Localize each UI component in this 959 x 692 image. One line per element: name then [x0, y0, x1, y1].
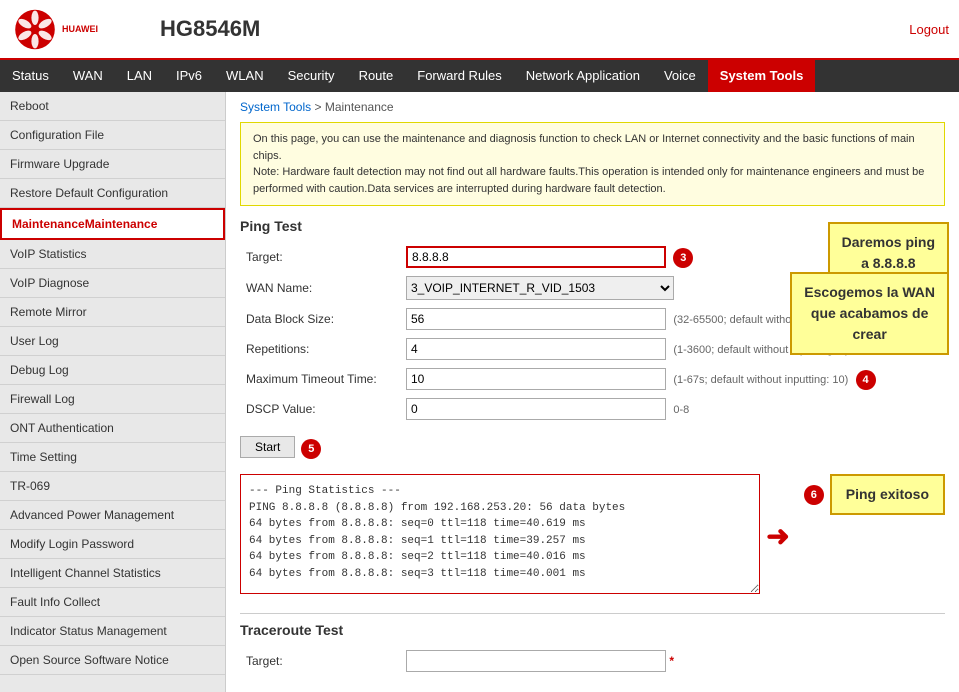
- ping-exitoso-text: Ping exitoso: [846, 486, 929, 502]
- dscp-label: DSCP Value:: [240, 394, 400, 424]
- sidebar-item-debug-log[interactable]: Debug Log: [0, 356, 225, 385]
- sidebar-item-advanced-power[interactable]: Advanced Power Management: [0, 501, 225, 530]
- timeout-field-cell: (1-67s; default without inputting: 10) 4: [400, 364, 945, 394]
- ping-output[interactable]: [240, 474, 760, 594]
- wan-select[interactable]: 3_VOIP_INTERNET_R_VID_1503: [406, 276, 674, 300]
- ping-output-container: ➜: [240, 474, 760, 597]
- target-label: Target:: [240, 242, 400, 272]
- dscp-row: DSCP Value: 0-8: [240, 394, 945, 424]
- breadcrumb-separator: >: [314, 100, 324, 114]
- data-block-input[interactable]: [406, 308, 666, 330]
- breadcrumb-parent[interactable]: System Tools: [240, 100, 311, 114]
- start-button[interactable]: Start: [240, 436, 295, 458]
- main-layout: Reboot Configuration File Firmware Upgra…: [0, 92, 959, 692]
- info-box: On this page, you can use the maintenanc…: [240, 122, 945, 206]
- traceroute-form: Target: *: [240, 646, 945, 676]
- logout-button[interactable]: Logout: [909, 22, 949, 37]
- traceroute-title: Traceroute Test: [240, 622, 945, 638]
- sidebar-item-open-source[interactable]: Open Source Software Notice: [0, 646, 225, 675]
- sidebar: Reboot Configuration File Firmware Upgra…: [0, 92, 226, 692]
- nav-voice[interactable]: Voice: [652, 60, 708, 92]
- target-input[interactable]: [406, 246, 666, 268]
- sidebar-item-voip-diagnose[interactable]: VoIP Diagnose: [0, 269, 225, 298]
- breadcrumb: System Tools > Maintenance: [240, 100, 945, 114]
- traceroute-target-field: *: [400, 646, 945, 676]
- sidebar-item-remote-mirror[interactable]: Remote Mirror: [0, 298, 225, 327]
- nav-bar: Status WAN LAN IPv6 WLAN Security Route …: [0, 60, 959, 92]
- nav-status[interactable]: Status: [0, 60, 61, 92]
- sidebar-item-modify-login[interactable]: Modify Login Password: [0, 530, 225, 559]
- nav-lan[interactable]: LAN: [115, 60, 164, 92]
- timeout-label: Maximum Timeout Time:: [240, 364, 400, 394]
- required-asterisk: *: [669, 654, 674, 668]
- badge-6: 6: [804, 485, 824, 505]
- badge-4: 4: [856, 370, 876, 390]
- timeout-input[interactable]: [406, 368, 666, 390]
- info-text: On this page, you can use the maintenanc…: [253, 133, 924, 195]
- sidebar-item-restore-default[interactable]: Restore Default Configuration: [0, 179, 225, 208]
- nav-forward-rules[interactable]: Forward Rules: [405, 60, 514, 92]
- wan-label: WAN Name:: [240, 272, 400, 304]
- ping-tooltip-area: 6 Ping exitoso: [800, 474, 945, 515]
- header: HUAWEI HG8546M Logout: [0, 0, 959, 60]
- nav-ipv6[interactable]: IPv6: [164, 60, 214, 92]
- traceroute-section: Traceroute Test Target: *: [240, 613, 945, 676]
- dscp-field-cell: 0-8: [400, 394, 945, 424]
- traceroute-target-label: Target:: [240, 646, 400, 676]
- nav-network-application[interactable]: Network Application: [514, 60, 652, 92]
- nav-system-tools[interactable]: System Tools: [708, 60, 816, 92]
- start-row: Start 5: [240, 432, 945, 466]
- huawei-logo-icon: [10, 7, 60, 52]
- traceroute-target-input[interactable]: [406, 650, 666, 672]
- badge-3: 3: [673, 248, 693, 268]
- repetitions-input[interactable]: [406, 338, 666, 360]
- breadcrumb-current: Maintenance: [325, 100, 394, 114]
- sidebar-item-tr069[interactable]: TR-069: [0, 472, 225, 501]
- nav-route[interactable]: Route: [347, 60, 406, 92]
- sidebar-item-firmware[interactable]: Firmware Upgrade: [0, 150, 225, 179]
- sidebar-item-channel-stats[interactable]: Intelligent Channel Statistics: [0, 559, 225, 588]
- brand-name: HUAWEI: [62, 24, 98, 34]
- nav-security[interactable]: Security: [276, 60, 347, 92]
- badge-5: 5: [301, 439, 321, 459]
- sidebar-item-maintenance[interactable]: MaintenanceMaintenance: [0, 208, 225, 240]
- repetitions-label: Repetitions:: [240, 334, 400, 364]
- data-block-label: Data Block Size:: [240, 304, 400, 334]
- nav-wan[interactable]: WAN: [61, 60, 115, 92]
- sidebar-item-fault-info[interactable]: Fault Info Collect: [0, 588, 225, 617]
- sidebar-item-time-setting[interactable]: Time Setting: [0, 443, 225, 472]
- tooltip-ping-text: Daremos pinga 8.8.8.8: [842, 234, 935, 271]
- content-area: System Tools > Maintenance On this page,…: [226, 92, 959, 692]
- dscp-hint: 0-8: [673, 404, 689, 416]
- device-title: HG8546M: [160, 16, 909, 42]
- sidebar-item-ont-auth[interactable]: ONT Authentication: [0, 414, 225, 443]
- sidebar-item-user-log[interactable]: User Log: [0, 327, 225, 356]
- timeout-hint: (1-67s; default without inputting: 10): [673, 374, 848, 386]
- tooltip-wan-text: Escogemos la WANque acabamos decrear: [804, 284, 935, 342]
- sidebar-item-config-file[interactable]: Configuration File: [0, 121, 225, 150]
- ping-output-area: ➜ 6 Ping exitoso: [240, 474, 945, 597]
- traceroute-target-row: Target: *: [240, 646, 945, 676]
- sidebar-item-indicator-status[interactable]: Indicator Status Management: [0, 617, 225, 646]
- tooltip-wan-select: Escogemos la WANque acabamos decrear: [790, 272, 949, 355]
- nav-wlan[interactable]: WLAN: [214, 60, 276, 92]
- timeout-row: Maximum Timeout Time: (1-67s; default wi…: [240, 364, 945, 394]
- logo-area: HUAWEI: [10, 7, 150, 52]
- sidebar-item-reboot[interactable]: Reboot: [0, 92, 225, 121]
- dscp-input[interactable]: [406, 398, 666, 420]
- sidebar-item-voip-stats[interactable]: VoIP Statistics: [0, 240, 225, 269]
- sidebar-item-firewall-log[interactable]: Firewall Log: [0, 385, 225, 414]
- arrow-right-icon: ➜: [766, 519, 789, 552]
- ping-exitoso-tooltip: Ping exitoso: [830, 474, 945, 515]
